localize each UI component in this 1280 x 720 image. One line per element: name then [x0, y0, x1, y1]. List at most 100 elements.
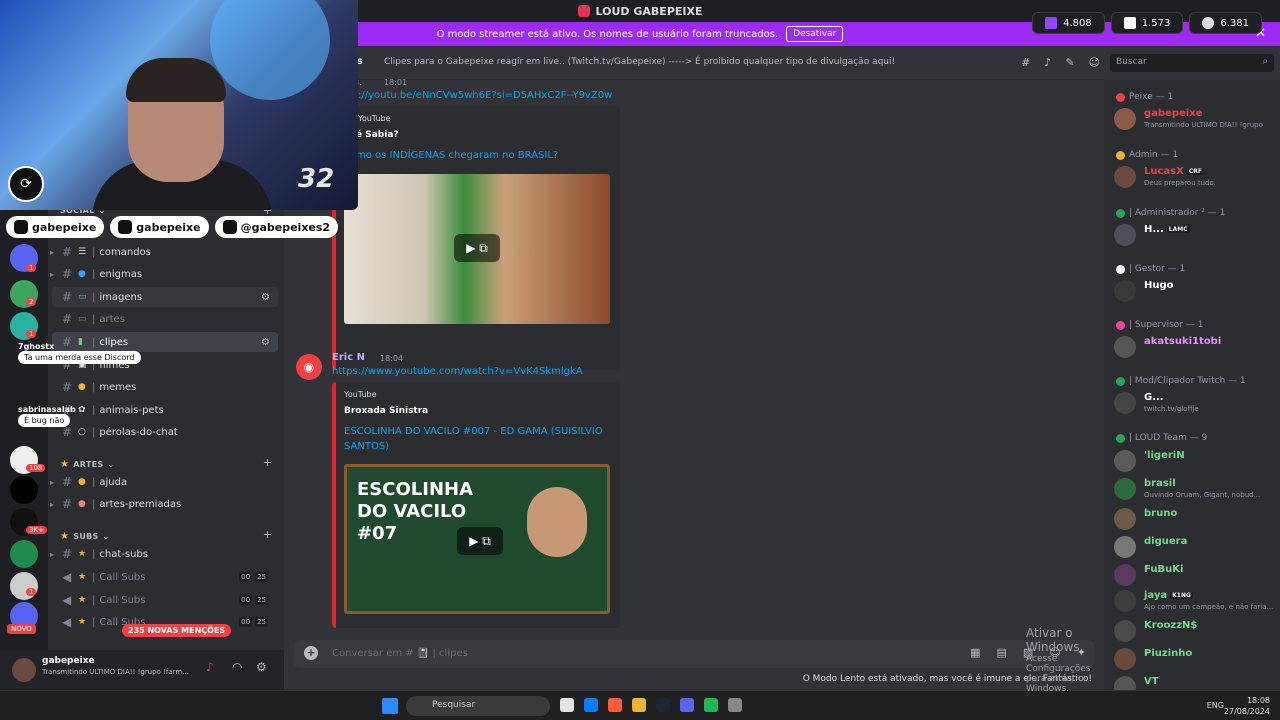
hash-icon: # [62, 497, 73, 511]
spotify-icon[interactable] [704, 698, 718, 712]
app-icon[interactable] [584, 698, 598, 712]
avatar[interactable] [12, 658, 36, 682]
role-icon [1116, 320, 1125, 330]
member-item[interactable]: bruno [1114, 506, 1274, 532]
language-indicator[interactable]: ENG [1207, 701, 1224, 710]
play-icon[interactable]: ▶ ⧉ [454, 234, 500, 262]
member-item[interactable]: G... twitch.tv/gloffje [1114, 390, 1274, 416]
channel-label: artes [99, 313, 125, 325]
server-badge: 108 [26, 464, 46, 472]
member-item[interactable]: KroozzN$ [1114, 618, 1274, 644]
channel-item-perolas-do-chat[interactable]: # ○ | pérolas-do-chat [52, 422, 278, 442]
add-channel-icon[interactable]: + [263, 528, 272, 541]
folder-icon[interactable] [632, 698, 646, 712]
star-icon: ★ [60, 459, 70, 470]
member-item[interactable]: Piuzinho [1114, 646, 1274, 672]
chevron-down-icon: ⌄ [107, 460, 115, 469]
kick-count: 1.573 [1141, 17, 1171, 29]
steam-icon[interactable] [656, 698, 670, 712]
discord-avatar-icon[interactable]: ◉ [296, 354, 322, 380]
channel-item-artes[interactable]: # ▭ | artes [52, 309, 278, 329]
role-icon [1116, 150, 1125, 160]
member-item[interactable]: gabepeixe Transmitindo ULTIMO DIA!! !grup… [1114, 106, 1274, 132]
channel-settings-gear-icon[interactable]: ⚙ [261, 292, 270, 303]
voice-channel-call-subs[interactable]: ◀ ★ | Call Subs 00 25 [52, 590, 278, 610]
server-badge: 3K+ [26, 526, 47, 534]
gift-icon[interactable]: ▦ [970, 646, 980, 659]
app-icon[interactable] [728, 698, 742, 712]
member-item[interactable]: diguera [1114, 534, 1274, 560]
role-header: Admin — 1 [1116, 150, 1178, 160]
category-subs[interactable]: ★ SUBS ⌄ [60, 531, 110, 542]
add-channel-icon[interactable]: + [263, 456, 272, 469]
member-item[interactable]: brasil Ouvindo Oruam, Gigant, nobud... [1114, 476, 1274, 502]
channel-label: animais-pets [99, 404, 164, 416]
disable-streamer-mode-button[interactable]: Desativar [786, 26, 844, 42]
channel-item-chat-subs[interactable]: ▸ # ★ | chat-subs [50, 544, 278, 564]
member-item[interactable]: Hugo [1114, 278, 1274, 304]
embed-author: Broxada Sinistra [344, 406, 429, 416]
star-emoji-icon: ★ [78, 617, 87, 627]
message-time: 18:04 [380, 354, 404, 363]
play-icon[interactable]: ▶ ⧉ [457, 527, 503, 555]
channel-item-comandos[interactable]: ▸ # ☰ | comandos [50, 242, 278, 262]
embed-title[interactable]: mo os INDÍGENAS chegaram no BRASIL? [356, 148, 616, 163]
instagram-handle: gabepeixe [110, 216, 209, 238]
search-icon: ⌕ [1262, 56, 1268, 67]
category-artes[interactable]: ★ ARTES ⌄ [60, 459, 114, 470]
channel-item-artes-premiadas[interactable]: ▸ # ● | artes-premiadas [50, 494, 278, 514]
toast-user: 7ghostx [18, 342, 55, 351]
gif-icon[interactable]: ▤ [997, 646, 1007, 659]
member-item[interactable]: jaya K1NG Ajo como um campeão, e não faria… [1114, 588, 1274, 614]
server-icon[interactable] [10, 476, 38, 504]
channel-item-imagens[interactable]: # ▭ | imagens ⚙ [52, 287, 278, 307]
discord-icon[interactable] [680, 698, 694, 712]
embed-title[interactable]: ESCOLINHA DO VACILO #007 - ED GAMA (SUIS… [344, 424, 604, 454]
member-item[interactable]: akatsuki1tobi [1114, 334, 1274, 360]
new-mentions-pill[interactable]: 235 NOVAS MENÇÕES [122, 624, 232, 637]
server-icon[interactable] [10, 540, 38, 568]
pin-icon[interactable]: ✎ [1065, 56, 1074, 69]
channel-item-animais-pets[interactable]: # ✿ | animais-pets [52, 400, 278, 420]
threads-icon[interactable]: # [1021, 56, 1030, 69]
channel-settings-gear-icon[interactable]: ⚙ [261, 337, 270, 348]
windows-start-icon[interactable] [382, 698, 398, 714]
channel-label: chat-subs [99, 548, 148, 560]
member-item[interactable]: H... LAMC [1114, 222, 1274, 248]
message-composer[interactable]: + Conversar em # 📓 | clipes ▦ ▤ ▧ ☺ ✦ [294, 640, 1094, 668]
message-link[interactable]: ://youtu.be/eNnCVw5wh6E?si=D5AHxC2F--Y9v… [358, 90, 612, 101]
members-icon[interactable]: ☺ [1089, 56, 1100, 69]
channel-item-enigmas[interactable]: ▸ # ● | enigmas [50, 264, 278, 284]
hash-icon: # [62, 547, 73, 561]
bell-icon[interactable]: ♪ [1044, 56, 1051, 69]
embed-author: é Sabia? [356, 130, 399, 140]
chevron-right-icon: ▸ [50, 499, 55, 509]
taskbar-clock[interactable]: 18:08 27/08/2024 [1224, 695, 1270, 717]
member-item[interactable]: FuBuKi [1114, 562, 1274, 588]
headphones-icon[interactable]: ◠ [232, 660, 242, 674]
star-emoji-icon: ★ [78, 549, 87, 559]
video-thumbnail[interactable]: ESCOLINHA DO VACILO #07 ▶ ⧉ [344, 464, 610, 614]
app-icon[interactable] [608, 698, 622, 712]
speaker-icon: ◀ [62, 615, 72, 629]
toast-message: É bug não [18, 414, 71, 427]
channel-item-ajuda[interactable]: ▸ # ● | ajuda [50, 472, 278, 492]
message-link[interactable]: https://www.youtube.com/watch?v=VvK4Skml… [332, 366, 583, 377]
taskbar-search[interactable]: Pesquisar [406, 696, 550, 716]
channel-label: Call Subs [99, 571, 146, 583]
mic-muted-icon[interactable]: ♪ [206, 660, 214, 674]
streamer-hair [126, 58, 226, 102]
voice-channel-call-subs[interactable]: ◀ ★ | Call Subs 00 25 [52, 567, 278, 587]
message-author[interactable]: Eric N [332, 352, 365, 363]
settings-gear-icon[interactable]: ⚙ [256, 660, 267, 674]
video-thumbnail[interactable]: ▶ ⧉ [344, 174, 610, 324]
attach-plus-icon[interactable]: + [304, 646, 318, 660]
voice-limit: 00 25 [239, 595, 268, 605]
server-icon[interactable] [10, 572, 38, 600]
member-item[interactable]: 'ligeriN [1114, 448, 1274, 474]
app-icon[interactable] [560, 698, 574, 712]
search-input[interactable]: Buscar ⌕ [1110, 54, 1274, 72]
member-item[interactable]: LucasX CRF Deus preparou tudo. [1114, 164, 1274, 190]
channel-item-memes[interactable]: # ● | memes [52, 377, 278, 397]
channel-label: ajuda [99, 476, 128, 488]
